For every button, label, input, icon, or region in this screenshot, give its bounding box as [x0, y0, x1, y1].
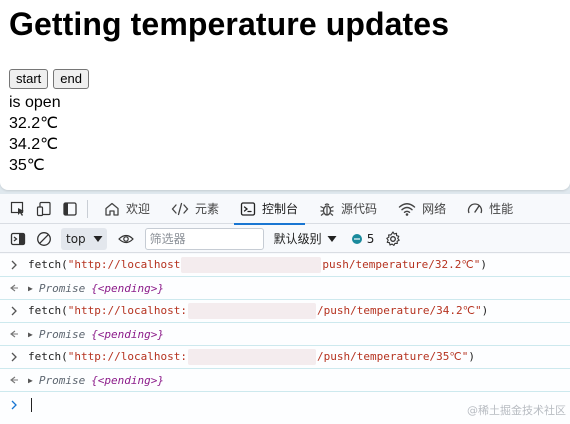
devtools-tabbar: 欢迎 元素 控制台 源代码 网络 性能: [0, 194, 570, 225]
tab-welcome[interactable]: 欢迎: [94, 194, 161, 224]
console-text: fetch("http://localhost:/push/temperatur…: [28, 349, 476, 365]
chevron-right-icon: [0, 306, 28, 316]
output-log: is open 32.2℃ 34.2℃ 35℃: [9, 92, 61, 176]
end-button[interactable]: end: [53, 69, 89, 89]
tab-label: 性能: [489, 202, 514, 216]
output-line: is open: [9, 94, 61, 111]
output-line: 32.2℃: [9, 115, 59, 132]
console-output-row[interactable]: ▶ Promise {<pending>}: [0, 369, 570, 392]
page-heading: Getting temperature updates: [9, 6, 450, 42]
promise-label: Promise: [38, 327, 86, 341]
wifi-icon: [398, 202, 416, 216]
device-toggle-icon[interactable]: [31, 194, 57, 224]
prompt-chevron-icon: [0, 400, 28, 410]
tab-label: 网络: [422, 202, 447, 216]
sidebar-toggle-icon[interactable]: [5, 224, 31, 254]
context-value: top: [66, 231, 86, 246]
watermark: @稀土掘金技术社区: [467, 404, 566, 417]
dock-side-icon[interactable]: [57, 194, 83, 224]
expand-triangle-icon[interactable]: ▶: [28, 330, 33, 339]
home-icon: [105, 202, 119, 216]
promise-label: Promise: [38, 373, 86, 387]
tab-network[interactable]: 网络: [388, 194, 457, 224]
console-text: fetch("http://localhost:/push/temperatur…: [28, 303, 489, 319]
console-text: fetch("http://localhost push/temperature/…: [28, 257, 488, 273]
tab-label: 欢迎: [126, 202, 151, 216]
message-count-value: 5: [366, 231, 375, 246]
button-group: start end: [9, 69, 89, 89]
chevron-right-icon: [0, 260, 28, 270]
tab-console[interactable]: 控制台: [230, 194, 309, 225]
context-selector[interactable]: top: [61, 227, 107, 250]
divider: [87, 199, 88, 218]
devtools-panel: 欢迎 元素 控制台 源代码 网络 性能 top 筛选器 默认级别 5 fetch…: [0, 194, 570, 424]
console-output-row[interactable]: ▶ Promise {<pending>}: [0, 277, 570, 300]
message-bubble-icon: [351, 233, 362, 244]
redacted-block: [181, 257, 322, 273]
url-suffix: /push/temperature/34.2℃": [316, 304, 482, 317]
return-arrow-icon: [0, 329, 28, 339]
page-viewport: Getting temperature updates start end is…: [0, 0, 570, 190]
promise-label: Promise: [38, 281, 86, 295]
url-suffix: push/temperature/32.2℃": [322, 258, 481, 271]
redacted-block: [187, 349, 316, 365]
console-log: fetch("http://localhost push/temperature/…: [0, 254, 570, 424]
bug-icon: [320, 202, 334, 216]
expand-triangle-icon[interactable]: ▶: [28, 376, 33, 385]
tab-sources[interactable]: 源代码: [309, 194, 388, 224]
return-arrow-icon: [0, 375, 28, 385]
chevron-down-icon: [327, 235, 337, 242]
console-input-row[interactable]: fetch("http://localhost push/temperature/…: [0, 254, 570, 277]
promise-state: {<pending>}: [91, 327, 165, 341]
gauge-icon: [467, 202, 483, 213]
console-input-row[interactable]: fetch("http://localhost:/push/temperatur…: [0, 346, 570, 369]
start-button[interactable]: start: [9, 69, 49, 89]
text-cursor: [31, 398, 32, 412]
redacted-block: [187, 303, 316, 319]
inspect-element-icon[interactable]: [5, 194, 31, 224]
tab-label: 控制台: [262, 202, 299, 216]
code-icon: [171, 202, 189, 215]
console-input-row[interactable]: fetch("http://localhost:/push/temperatur…: [0, 300, 570, 323]
url-prefix: "http://localhost: [67, 258, 181, 271]
console-output-row[interactable]: ▶ Promise {<pending>}: [0, 323, 570, 346]
tab-label: 元素: [195, 202, 220, 216]
url-prefix: "http://localhost:: [67, 304, 187, 317]
console-icon: [240, 201, 256, 216]
url-prefix: "http://localhost:: [67, 350, 187, 363]
log-levels-label: 默认级别: [273, 232, 322, 246]
eye-icon[interactable]: [113, 224, 139, 254]
tab-label: 源代码: [341, 202, 378, 216]
gear-icon[interactable]: [380, 224, 406, 254]
tab-elements[interactable]: 元素: [161, 194, 230, 224]
chevron-down-icon: [93, 235, 103, 242]
chevron-right-icon: [0, 352, 28, 362]
clear-console-icon[interactable]: [31, 224, 57, 254]
promise-state: {<pending>}: [91, 373, 165, 387]
filter-input[interactable]: [144, 227, 264, 250]
return-arrow-icon: [0, 283, 28, 293]
tab-performance[interactable]: 性能: [457, 194, 513, 224]
output-line: 34.2℃: [9, 136, 59, 153]
output-line: 35℃: [9, 157, 45, 174]
url-suffix: /push/temperature/35℃": [316, 350, 469, 363]
log-levels-dropdown[interactable]: 默认级别: [274, 230, 337, 247]
promise-state: {<pending>}: [91, 281, 165, 295]
message-count[interactable]: 5: [351, 231, 375, 246]
console-toolbar: top 默认级别 5: [0, 225, 570, 253]
expand-triangle-icon[interactable]: ▶: [28, 284, 33, 293]
